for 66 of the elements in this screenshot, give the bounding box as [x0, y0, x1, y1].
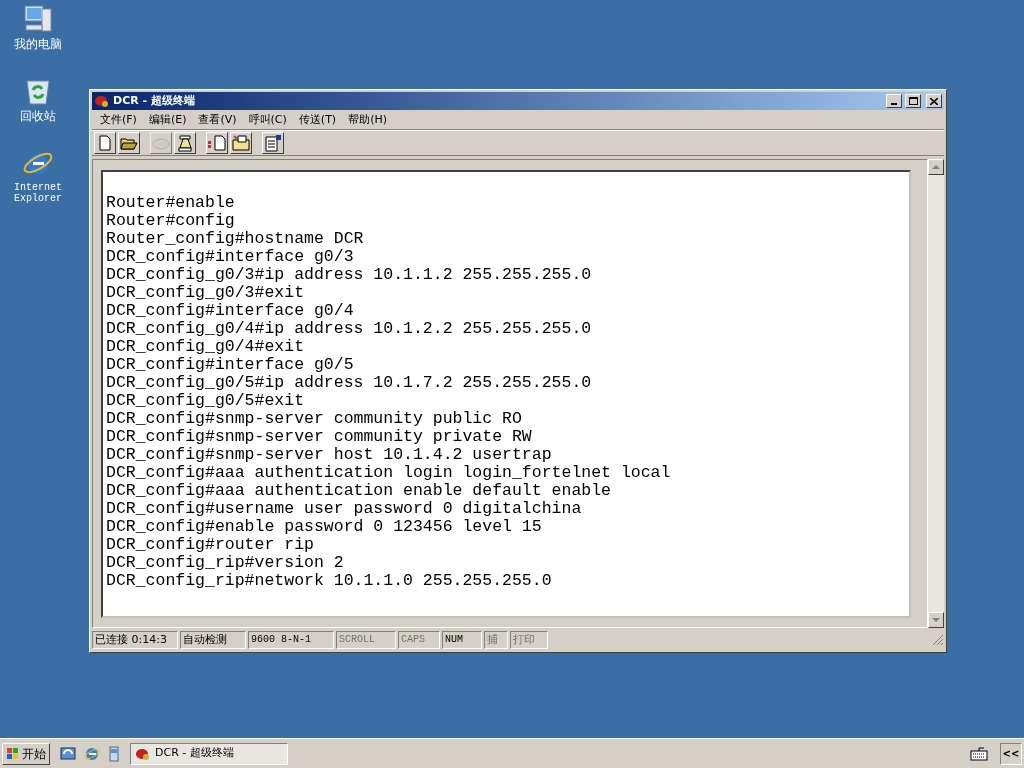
minimize-button[interactable]: [886, 94, 902, 108]
status-field: 自动检测: [180, 631, 246, 649]
terminal-line: DCR_config#snmp-server host 10.1.4.2 usertrap: [106, 446, 552, 464]
status-field: 已连接 0:14:3: [92, 631, 178, 649]
terminal-line: DCR_config#enable password 0 123456 level 15: [106, 518, 542, 536]
windows-logo-icon: [6, 746, 20, 761]
window-title: DCR - 超级终端: [113, 94, 195, 108]
menu-item[interactable]: 帮助(H): [342, 112, 393, 127]
receive-button[interactable]: [230, 132, 252, 154]
scroll-up-button[interactable]: [928, 159, 944, 175]
status-field: 捕: [484, 631, 508, 649]
terminal-line: DCR_config#snmp-server community private RW: [106, 428, 532, 446]
terminal-line: DCR_config_g0/5#exit: [106, 392, 305, 410]
collapse-button[interactable]: <<: [1000, 742, 1022, 765]
terminal-line: Router#config: [106, 212, 235, 230]
menu-item[interactable]: 编辑(E): [142, 112, 193, 127]
terminal-line: Router#enable: [106, 194, 235, 212]
menu-item[interactable]: 传送(T): [292, 112, 343, 127]
terminal-line: DCR_config#aaa authentication enable default enable: [106, 482, 611, 500]
properties-button[interactable]: [262, 132, 284, 154]
document-icon: [264, 134, 282, 152]
terminal-line: DCR_config#aaa authentication login login_fortelnet local: [106, 464, 671, 482]
close-icon: [930, 97, 938, 105]
open-button[interactable]: [118, 132, 140, 154]
terminal-line: DCR_config_g0/3#ip address 10.1.1.2 255.255.255.0: [106, 266, 592, 284]
menu-item[interactable]: 查看(V): [192, 112, 243, 127]
terminal-line: DCR_config#interface g0/4: [106, 302, 354, 320]
call-button[interactable]: [174, 132, 196, 154]
desktop-icon[interactable]: [60, 745, 76, 762]
folder-icon: [120, 135, 138, 151]
terminal-line: DCR_config_rip#version 2: [106, 554, 344, 572]
terminal-line: Router_config#hostname DCR: [106, 230, 364, 248]
start-button[interactable]: 开始: [2, 742, 50, 765]
new-button[interactable]: [94, 132, 116, 154]
menu-item[interactable]: 文件(F): [94, 112, 143, 127]
terminal-line: DCR_config#interface g0/5: [106, 356, 354, 374]
folder-icon: [232, 135, 250, 151]
keyboard-icon[interactable]: [970, 746, 988, 761]
terminal-line: DCR_config#interface g0/3: [106, 248, 354, 266]
desktop-icon-label[interactable]: Internet Explorer: [8, 182, 68, 204]
menu-item[interactable]: 呼叫(C): [242, 112, 293, 127]
terminal-line: DCR_config#snmp-server community public RO: [106, 410, 522, 428]
maximize-button[interactable]: [905, 94, 921, 108]
status-field: CAPS: [398, 631, 440, 649]
terminal-line: DCR_config#router rip: [106, 536, 314, 554]
terminal-line: DCR_config_g0/5#ip address 10.1.7.2 255.255.255.0: [106, 374, 592, 392]
scrollbar[interactable]: [928, 159, 944, 628]
terminal-line: DCR_config_g0/4#ip address 10.1.2.2 255.255.255.0: [106, 320, 592, 338]
close-button[interactable]: [926, 94, 942, 108]
scroll-down-button[interactable]: [928, 612, 944, 628]
status-field: SCROLL: [336, 631, 396, 649]
new-document-icon: [97, 135, 113, 151]
terminal-line: DCR_config_g0/3#exit: [106, 284, 305, 302]
browser-e-icon[interactable]: [84, 745, 100, 762]
desktop-icon-label[interactable]: 回收站: [20, 110, 56, 123]
status-field: NUM: [442, 631, 482, 649]
terminal-line: DCR_config#username user password 0 digitalchina: [106, 500, 582, 518]
document-icon: [207, 135, 227, 151]
resize-grip-icon[interactable]: [932, 634, 944, 646]
status-field: 打印: [510, 631, 548, 649]
desktop-icon-label[interactable]: 我的电脑: [14, 38, 62, 51]
status-field: 9600 8-N-1: [248, 631, 334, 649]
send-button[interactable]: [206, 132, 228, 154]
terminal-line: DCR_config_rip#network 10.1.1.0 255.255.255.0: [106, 572, 552, 590]
taskbar-task[interactable]: DCR - 超级终端: [130, 742, 288, 765]
terminal-line: DCR_config_g0/4#exit: [106, 338, 305, 356]
